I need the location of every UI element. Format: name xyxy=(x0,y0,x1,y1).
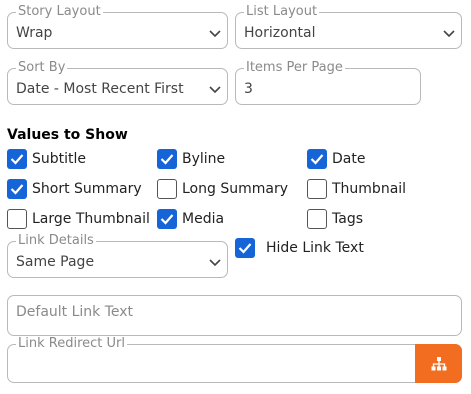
checkbox-label: Media xyxy=(182,211,225,227)
sort-by-label: Sort By xyxy=(16,60,68,75)
items-per-page-value: 3 xyxy=(244,81,253,97)
checkbox-label: Subtitle xyxy=(32,151,87,167)
checkbox-date[interactable]: Date xyxy=(307,149,365,169)
story-layout-value: Wrap xyxy=(16,25,53,41)
checkbox-unchecked-icon xyxy=(157,179,177,199)
list-layout-select[interactable]: List Layout Horizontal xyxy=(235,5,462,49)
checkbox-media[interactable]: Media xyxy=(157,209,224,229)
checkbox-label: Tags xyxy=(332,211,363,227)
link-details-select[interactable]: Link Details Same Page xyxy=(7,234,228,278)
checkbox-thumbnail[interactable]: Thumbnail xyxy=(307,179,406,199)
checkbox-short-summary[interactable]: Short Summary xyxy=(7,179,142,199)
values-to-show-title: Values to Show xyxy=(7,127,128,143)
default-link-text-placeholder: Default Link Text xyxy=(16,304,134,320)
link-redirect-url-label: Link Redirect Url xyxy=(16,336,127,351)
checkbox-checked-icon xyxy=(157,209,177,229)
checkbox-checked-icon xyxy=(157,149,177,169)
story-layout-select[interactable]: Story Layout Wrap xyxy=(7,5,228,49)
chevron-down-icon xyxy=(209,259,221,267)
checkbox-label: Byline xyxy=(182,151,226,167)
checkbox-checked-icon xyxy=(7,149,27,169)
checkbox-long-summary[interactable]: Long Summary xyxy=(157,179,288,199)
checkbox-unchecked-icon xyxy=(307,209,327,229)
link-details-label: Link Details xyxy=(16,233,96,248)
checkbox-label: Date xyxy=(332,151,366,167)
checkbox-label: Short Summary xyxy=(32,181,142,197)
checkbox-checked-icon xyxy=(307,149,327,169)
sitemap-icon xyxy=(431,356,446,370)
checkbox-byline[interactable]: Byline xyxy=(157,149,225,169)
items-per-page-label: Items Per Page xyxy=(244,60,345,75)
items-per-page-input[interactable]: Items Per Page 3 xyxy=(235,61,421,105)
link-redirect-url-input[interactable]: Link Redirect Url xyxy=(7,337,462,383)
checkbox-hide-link-text[interactable]: Hide Link Text xyxy=(235,238,364,258)
chevron-down-icon xyxy=(209,86,221,94)
default-link-text-input[interactable]: Default Link Text xyxy=(7,295,462,336)
chevron-down-icon xyxy=(443,30,455,38)
checkbox-subtitle[interactable]: Subtitle xyxy=(7,149,86,169)
checkbox-unchecked-icon xyxy=(307,179,327,199)
chevron-down-icon xyxy=(209,30,221,38)
checkbox-checked-icon xyxy=(7,179,27,199)
checkbox-label: Long Summary xyxy=(182,181,288,197)
checkbox-large-thumbnail[interactable]: Large Thumbnail xyxy=(7,209,150,229)
story-layout-label: Story Layout xyxy=(16,4,103,19)
sort-by-value: Date - Most Recent First xyxy=(16,81,184,97)
sitemap-picker-button[interactable] xyxy=(415,344,462,383)
list-layout-label: List Layout xyxy=(244,4,320,19)
checkbox-label: Hide Link Text xyxy=(266,240,364,256)
link-details-value: Same Page xyxy=(16,254,95,270)
checkbox-label: Large Thumbnail xyxy=(32,211,150,227)
sort-by-select[interactable]: Sort By Date - Most Recent First xyxy=(7,61,228,105)
checkbox-label: Thumbnail xyxy=(332,181,407,197)
list-layout-value: Horizontal xyxy=(244,25,316,41)
checkbox-unchecked-icon xyxy=(7,209,27,229)
checkbox-tags[interactable]: Tags xyxy=(307,209,363,229)
checkbox-checked-icon xyxy=(235,238,255,258)
